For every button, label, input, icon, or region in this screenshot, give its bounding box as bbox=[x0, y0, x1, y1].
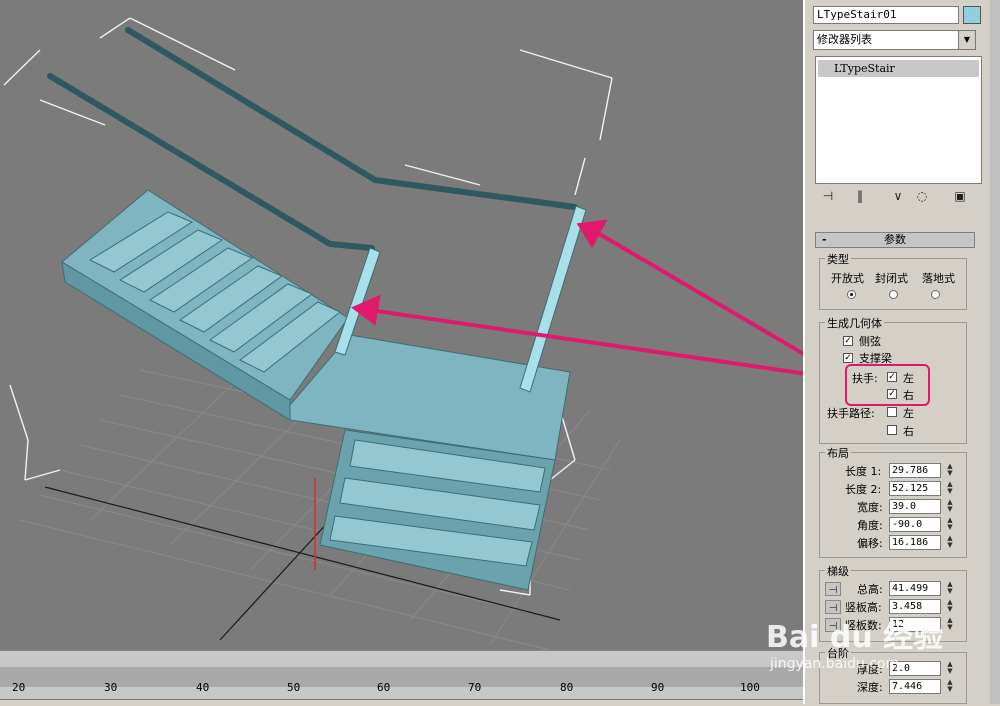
angle-label: 角度: bbox=[857, 519, 883, 532]
tick-label: 100 bbox=[740, 681, 760, 694]
show-end-result-icon[interactable]: ‖ bbox=[851, 188, 869, 204]
collapse-icon[interactable]: - bbox=[822, 233, 827, 247]
handrail-highlight bbox=[845, 364, 930, 406]
upper-stair-flight bbox=[61, 189, 349, 421]
overall-height-spinner[interactable]: ▲ ▼ bbox=[945, 581, 955, 595]
riser-count-spinner[interactable]: ▲ ▼ bbox=[945, 617, 955, 631]
timeline[interactable]: 20 30 40 50 60 70 80 90 100 bbox=[0, 650, 803, 706]
modifier-stack[interactable]: LTypeStair bbox=[815, 56, 982, 184]
type-box-radio[interactable] bbox=[931, 290, 940, 299]
width-spinner[interactable]: ▲ ▼ bbox=[945, 499, 955, 513]
tick-label: 50 bbox=[287, 681, 301, 694]
layout-group-label: 布局 bbox=[825, 445, 851, 461]
type-group-label: 类型 bbox=[825, 251, 851, 267]
length2-label: 长度 2: bbox=[845, 483, 882, 496]
make-unique-icon[interactable]: ∨ bbox=[889, 188, 907, 204]
type-box-label: 落地式 bbox=[922, 272, 955, 285]
rail-path-left-checkbox[interactable] bbox=[887, 407, 897, 417]
tick-label: 20 bbox=[12, 681, 26, 694]
object-name-input[interactable]: LTypeStair01 bbox=[813, 6, 959, 24]
tick-label: 90 bbox=[651, 681, 665, 694]
length1-label: 长度 1: bbox=[845, 465, 882, 478]
object-color-swatch[interactable] bbox=[963, 6, 981, 24]
time-slider-track[interactable] bbox=[0, 667, 803, 687]
depth-input[interactable]: 7.446 bbox=[889, 679, 941, 694]
depth-label: 深度: bbox=[857, 681, 883, 694]
offset-input[interactable]: 16.186 bbox=[889, 535, 941, 550]
stringers-checkbox[interactable]: ✓ bbox=[843, 336, 853, 346]
rollout-title: 参数 bbox=[884, 233, 906, 246]
rail-path-left-label: 左 bbox=[903, 407, 914, 420]
geometry-group-label: 生成几何体 bbox=[825, 315, 884, 331]
parameters-rollout-header[interactable]: - 参数 bbox=[815, 232, 975, 248]
riser-height-spinner[interactable]: ▲ ▼ bbox=[945, 599, 955, 613]
overall-lock-icon[interactable]: ⊣ bbox=[825, 582, 841, 596]
viewport-scene bbox=[3, 17, 803, 650]
panel-scrollbar[interactable] bbox=[990, 0, 1000, 704]
offset-label: 偏移: bbox=[857, 537, 883, 550]
stack-item[interactable]: LTypeStair bbox=[818, 60, 979, 77]
status-bar bbox=[0, 699, 803, 706]
rail-path-right-label: 右 bbox=[903, 425, 914, 438]
width-label: 宽度: bbox=[857, 501, 883, 514]
baidu-watermark-brand: Bai du 经验 bbox=[766, 620, 944, 655]
pin-stack-icon[interactable]: ⊣ bbox=[819, 188, 837, 204]
type-closed-label: 封闭式 bbox=[875, 272, 908, 285]
baidu-watermark-url: jingyan.baidu.com bbox=[770, 656, 900, 672]
width-input[interactable]: 39.0 bbox=[889, 499, 941, 514]
tick-label: 40 bbox=[196, 681, 210, 694]
tick-label: 80 bbox=[560, 681, 574, 694]
modifier-list-label: 修改器列表 bbox=[817, 33, 872, 46]
type-closed-radio[interactable] bbox=[889, 290, 898, 299]
tick-label: 30 bbox=[104, 681, 118, 694]
thickness-spinner[interactable]: ▲ ▼ bbox=[945, 661, 955, 675]
depth-spinner[interactable]: ▲ ▼ bbox=[945, 679, 955, 693]
angle-spinner[interactable]: ▲ ▼ bbox=[945, 517, 955, 531]
tick-label: 60 bbox=[377, 681, 391, 694]
stringers-label: 侧弦 bbox=[859, 335, 881, 348]
length2-input[interactable]: 52.125 bbox=[889, 481, 941, 496]
rail-path-right-checkbox[interactable] bbox=[887, 425, 897, 435]
remove-modifier-icon[interactable]: ◌ bbox=[913, 188, 931, 204]
offset-spinner[interactable]: ▲ ▼ bbox=[945, 535, 955, 549]
steps-group-label: 梯级 bbox=[825, 563, 851, 579]
type-open-label: 开放式 bbox=[831, 272, 864, 285]
length1-input[interactable]: 29.786 bbox=[889, 463, 941, 478]
overall-height-label: 总高: bbox=[857, 583, 883, 596]
type-open-radio[interactable] bbox=[847, 290, 856, 299]
carriage-checkbox[interactable]: ✓ bbox=[843, 353, 853, 363]
configure-modifier-sets-icon[interactable]: ▣ bbox=[951, 188, 969, 204]
rail-path-label: 扶手路径: bbox=[827, 407, 875, 420]
length1-spinner[interactable]: ▲ ▼ bbox=[945, 463, 955, 477]
overall-height-input[interactable]: 41.499 bbox=[889, 581, 941, 596]
chevron-down-icon[interactable]: ▼ bbox=[958, 31, 975, 49]
length2-spinner[interactable]: ▲ ▼ bbox=[945, 481, 955, 495]
command-panel-modify: LTypeStair01 修改器列表 ▼ LTypeStair ⊣ ‖ ∨ ◌ … bbox=[803, 0, 1000, 704]
modifier-list-dropdown[interactable]: 修改器列表 ▼ bbox=[813, 30, 976, 50]
perspective-viewport[interactable] bbox=[0, 0, 803, 650]
angle-input[interactable]: -90.0 bbox=[889, 517, 941, 532]
tick-label: 70 bbox=[468, 681, 482, 694]
